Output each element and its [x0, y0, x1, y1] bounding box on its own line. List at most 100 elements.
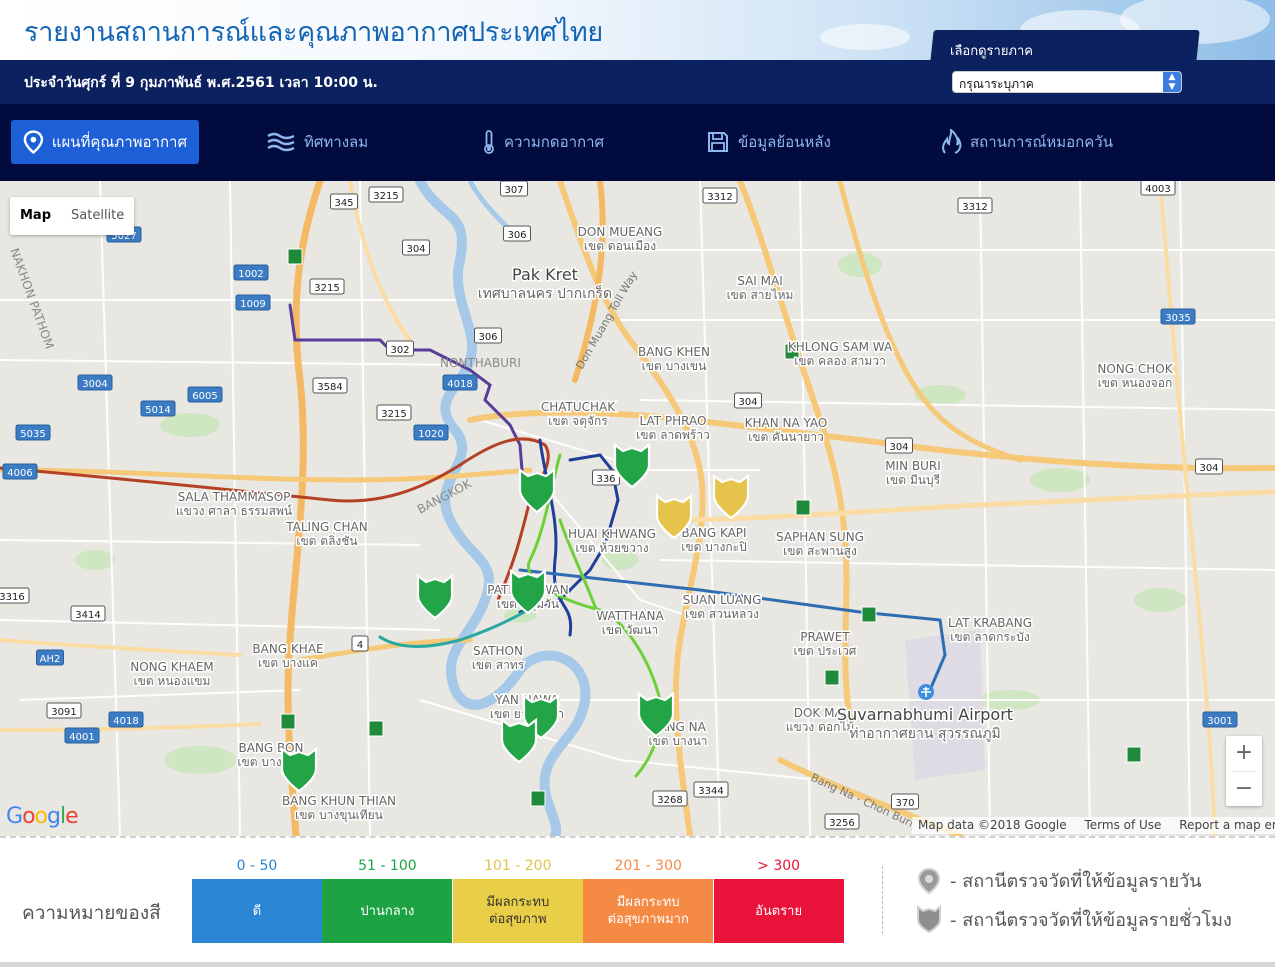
- route-shield: 302: [386, 340, 414, 357]
- district-name-th: เขต จตุจักร: [548, 414, 608, 429]
- route-shield: 1020: [413, 424, 449, 441]
- map-type-satellite-button[interactable]: Satellite: [61, 197, 134, 235]
- district-name-en: KHAN NA YAO: [745, 416, 828, 430]
- district-name-th: เขต บางแค: [258, 656, 318, 670]
- route-shield: 307: [500, 181, 528, 197]
- nav-air-pressure[interactable]: ความกดอากาศ: [482, 120, 604, 164]
- nav-air-quality-map[interactable]: แผนที่คุณภาพอากาศ: [11, 120, 199, 164]
- zoom-in-button[interactable]: +: [1226, 736, 1262, 771]
- map-canvas[interactable]: 3453215307331240033312304306321550271002…: [0, 181, 1275, 836]
- district-name-en: TALING CHAN: [285, 520, 368, 534]
- terms-of-use-link[interactable]: Terms of Use: [1084, 818, 1161, 832]
- route-shield: 304: [1195, 458, 1223, 475]
- map-type-map-button[interactable]: Map: [10, 197, 61, 235]
- route-shield: 5014: [140, 400, 176, 417]
- district-label: SAI MAIเขต สายไหม: [725, 273, 795, 304]
- zoom-out-button[interactable]: −: [1226, 772, 1262, 807]
- route-shield: 3215: [309, 278, 345, 295]
- hourly-station-text: - สถานีตรวจวัดที่ให้ข้อมูลรายชั่วโมง: [950, 909, 1232, 931]
- station-marker-green[interactable]: [613, 442, 651, 489]
- district-label: TALING CHANเขต ตลิ่งชัน: [284, 519, 370, 550]
- district-label: LAT PHRAOเขต ลาดพร้าว: [635, 413, 712, 444]
- station-marker-green[interactable]: [500, 717, 538, 764]
- district-name-en: SUAN LUANG: [683, 593, 762, 607]
- footer-rule: [0, 962, 1275, 967]
- district-label: SUAN LUANGเขต สวนหลวง: [681, 592, 763, 623]
- region-select[interactable]: กรุณาระบุภาค ▲ ▼: [952, 71, 1182, 93]
- route-shield-label: 304: [738, 397, 757, 408]
- legend-hourly-station: - สถานีตรวจวัดที่ให้ข้อมูลรายชั่วโมง: [916, 904, 1232, 934]
- highway-badge: [530, 790, 546, 807]
- station-marker-yellow[interactable]: [712, 473, 750, 520]
- route-shield-label: 3215: [381, 409, 406, 420]
- report-map-error-link[interactable]: Report a map error: [1179, 818, 1275, 832]
- route-shield: 3584: [312, 377, 348, 394]
- district-label: BANG KHUN THIANเขต บางขุนเทียน: [280, 793, 397, 825]
- route-shield-label: 306: [507, 230, 526, 241]
- route-shield: 4018: [108, 711, 144, 728]
- district-name-th: เขต หนองแขม: [134, 674, 211, 688]
- route-shield: 3268: [652, 790, 688, 807]
- highway-badge: [280, 713, 296, 730]
- google-logo[interactable]: Google: [6, 804, 79, 829]
- district-name-th: เขต สายไหม: [727, 288, 794, 302]
- route-shield: 304: [734, 392, 762, 409]
- district-name-th: เขต หนองจอก: [1098, 376, 1173, 390]
- district-label: MIN BURIเขต มีนบุรี: [884, 458, 943, 490]
- legend-band: มีผลกระทบ ต่อสุขภาพ: [452, 879, 583, 943]
- district-name-en: Suvarnabhumi Airport: [837, 705, 1013, 724]
- route-shield: 4003: [1140, 181, 1176, 196]
- airport-icon: [918, 684, 934, 700]
- station-marker-green[interactable]: [280, 746, 318, 793]
- district-label: SATHONเขต สาทร: [470, 643, 526, 674]
- district-name-th: เขต ห้วยขวาง: [575, 541, 648, 555]
- legend-daily-station: - สถานีตรวจวัดที่ให้ข้อมูลรายวัน: [916, 866, 1202, 895]
- district-name-en: CHATUCHAK: [541, 400, 616, 414]
- district-name-th: ท่าอากาศยาน สุวรรณภูมิ: [849, 726, 1001, 742]
- route-shield: 6005: [187, 386, 223, 403]
- route-shield: 345: [330, 193, 358, 210]
- district-name-en: SATHON: [473, 644, 523, 658]
- nav-historical-data[interactable]: ข้อมูลย้อนหลัง: [706, 120, 831, 164]
- route-shield-label: 3316: [0, 592, 25, 603]
- legend-band: ปานกลาง: [322, 879, 453, 943]
- route-shield: 4006: [2, 463, 38, 480]
- route-shield-label: 5014: [145, 405, 170, 416]
- district-name-en: NONG CHOK: [1097, 362, 1173, 376]
- nav-wind-direction[interactable]: ทิศทางลม: [266, 120, 368, 164]
- district-name-en: SALA THAMMASOP: [178, 490, 291, 504]
- district-label: DON MUEANGเขต ดอนเมือง: [576, 224, 664, 255]
- highway-badge: [368, 720, 384, 737]
- area-label-nonthaburi: NONTHABURI: [440, 356, 521, 370]
- air-quality-map[interactable]: 345 3215 307 3312 4003 3312 304 306 3215 5027 1002…: [0, 181, 1275, 836]
- page-title: รายงานสถานการณ์และคุณภาพอากาศประเทศไทย: [24, 17, 603, 48]
- district-name-th: เขต สวนหลวง: [685, 607, 759, 621]
- daily-station-text: - สถานีตรวจวัดที่ให้ข้อมูลรายวัน: [950, 871, 1202, 892]
- district-name-th: เขต สะพานสูง: [783, 544, 857, 559]
- highway-badge: [824, 669, 840, 686]
- station-marker-green[interactable]: [416, 573, 454, 620]
- district-name-en: LAT KRABANG: [948, 616, 1032, 630]
- highway-badge: [1126, 746, 1142, 763]
- district-label: KHAN NA YAOเขต คันนายาว: [743, 415, 829, 446]
- highway-badge: [287, 248, 303, 265]
- legend-band: มีผลกระทบ ต่อสุขภาพมาก: [583, 879, 714, 943]
- route-shield-label: 3215: [373, 191, 398, 202]
- map-pin-icon: [23, 130, 44, 154]
- route-shield-label: 3215: [314, 283, 339, 294]
- district-label: KHLONG SAM WAเขต คลอง สามวา: [786, 339, 894, 370]
- route-shield: 3256: [824, 813, 860, 830]
- cloud-decoration: [820, 24, 910, 50]
- district-label: BANG KAPIเขต บางกะปิ: [680, 525, 748, 556]
- daily-station-pin-icon: [917, 867, 941, 894]
- route-shield-label: 3414: [75, 610, 100, 621]
- route-shield-label: 336: [596, 474, 615, 485]
- legend-range: 201 - 300: [614, 858, 682, 874]
- legend-range: 101 - 200: [484, 858, 552, 874]
- district-name-th: เขต ตลิ่งชัน: [296, 532, 357, 548]
- route-shield: 3035: [1160, 308, 1196, 325]
- nav-haze-situation[interactable]: สถานการณ์หมอกควัน: [940, 120, 1113, 164]
- route-shield-label: 4001: [69, 732, 94, 743]
- district-name-th: เขต ประเวศ: [794, 644, 857, 658]
- district-name-th: เขต คลอง สามวา: [794, 354, 886, 368]
